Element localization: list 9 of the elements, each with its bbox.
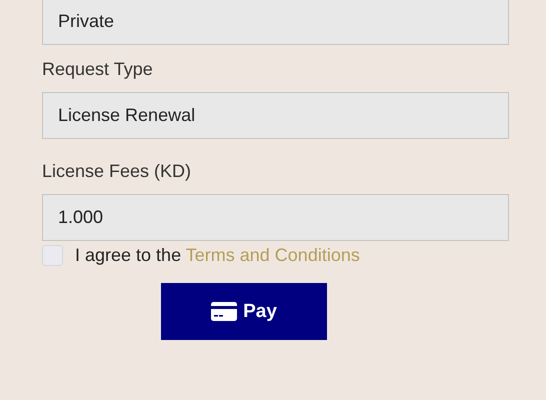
agreement-text: I agree to the Terms and Conditions: [75, 245, 360, 266]
credit-card-icon: [211, 302, 238, 321]
input-field[interactable]: Private: [42, 0, 509, 45]
pay-button[interactable]: Pay: [161, 283, 327, 340]
field-label: License Fees (KD): [42, 160, 192, 183]
input-field[interactable]: License Renewal: [42, 92, 509, 139]
checkbox[interactable]: [42, 245, 63, 266]
input-field[interactable]: 1.000: [42, 194, 509, 241]
field-label: Request Type: [42, 58, 154, 81]
